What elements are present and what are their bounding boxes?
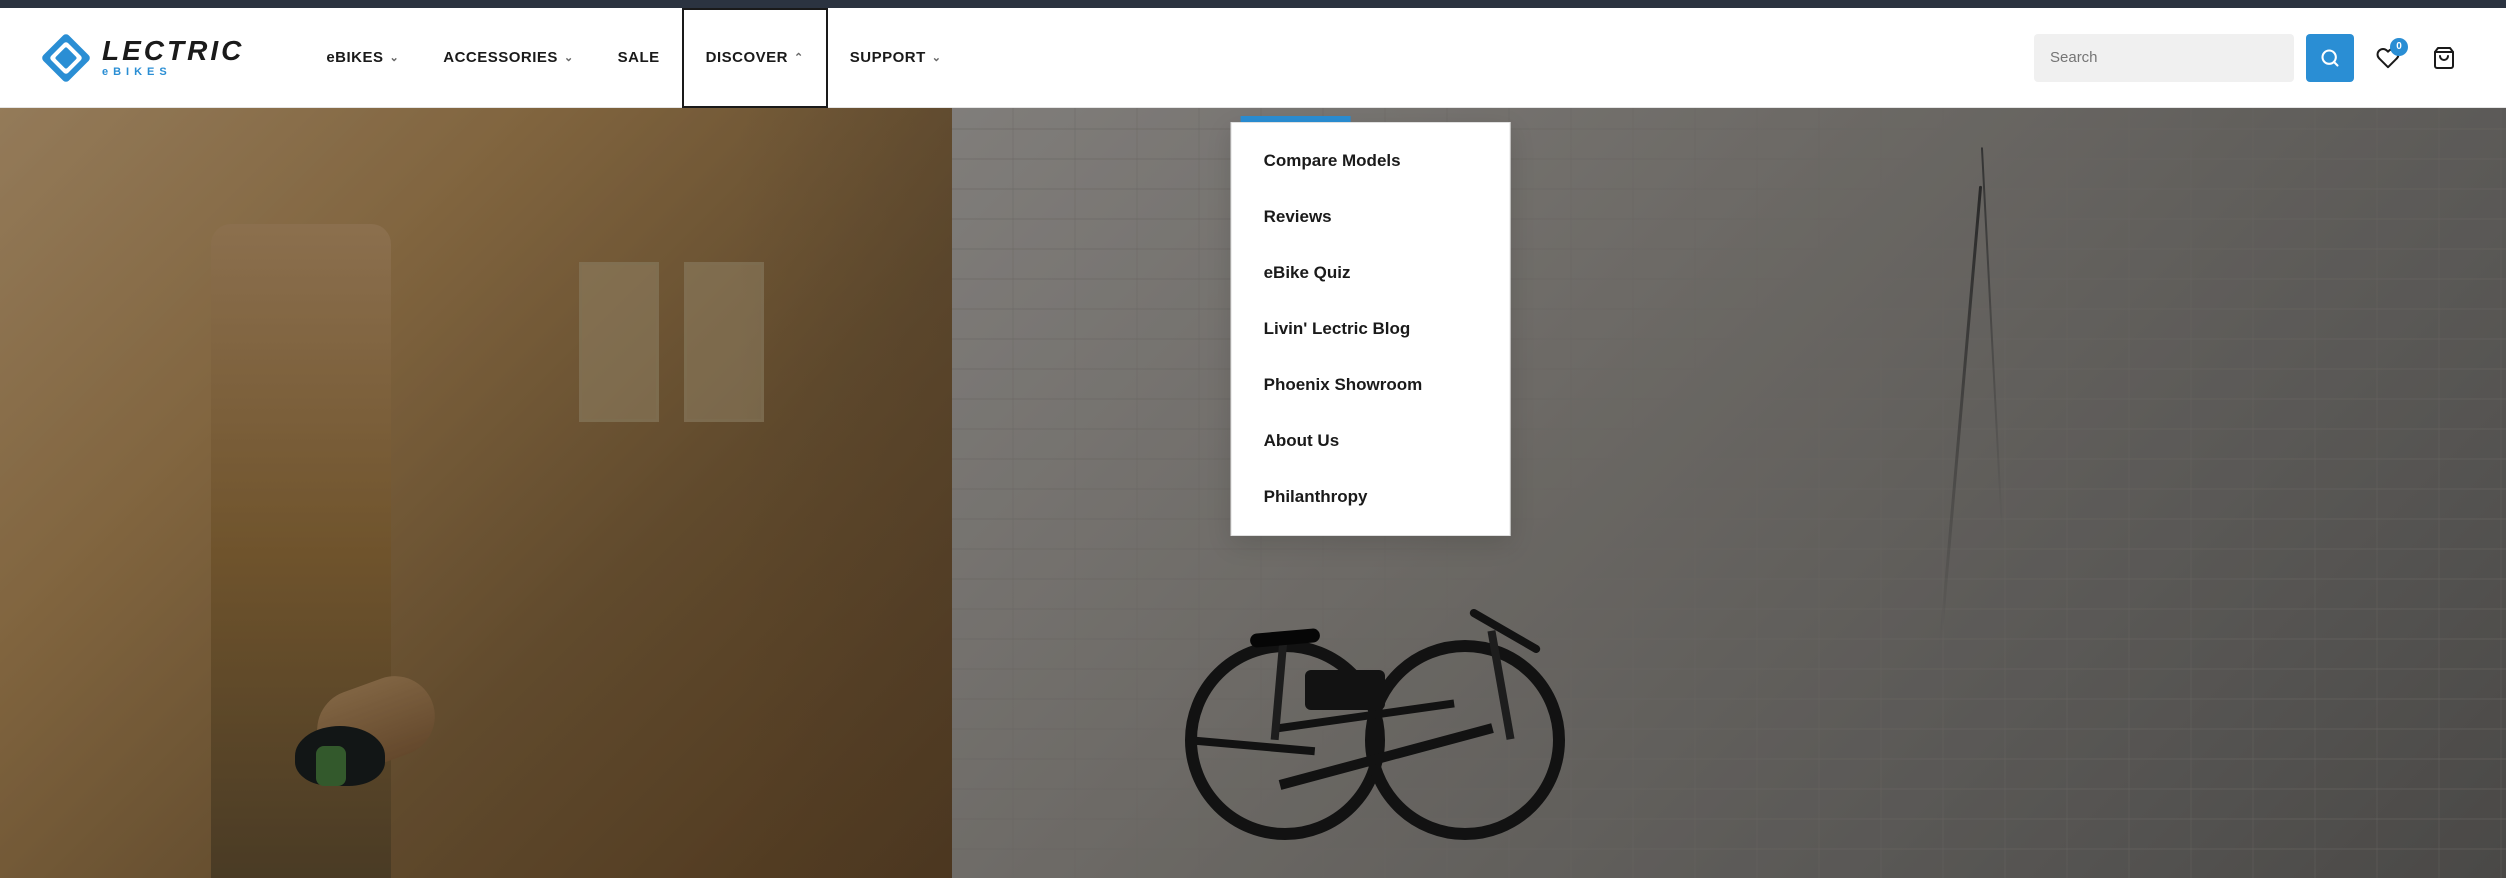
dropdown-item-blog[interactable]: Livin' Lectric Blog (1232, 301, 1510, 357)
logo-lectric-text: LECTRIC (102, 37, 244, 65)
chevron-down-icon: ⌄ (390, 51, 400, 64)
cart-button[interactable] (2422, 36, 2466, 80)
header: LECTRIC eBIKES eBIKES ⌄ ACCESSORIES ⌄ SA… (0, 8, 2506, 108)
search-button[interactable] (2306, 34, 2354, 82)
nav-item-discover[interactable]: DISCOVER ⌃ (682, 8, 828, 108)
logo-diamond-icon (40, 32, 92, 84)
logo-link[interactable]: LECTRIC eBIKES (40, 32, 244, 84)
dropdown-item-reviews[interactable]: Reviews (1232, 189, 1510, 245)
dropdown-item-phoenix-showroom[interactable]: Phoenix Showroom (1232, 357, 1510, 413)
dropdown-item-ebike-quiz[interactable]: eBike Quiz (1232, 245, 1510, 301)
discover-dropdown-wrapper: Compare Models Reviews eBike Quiz Livin'… (1231, 116, 1511, 536)
logo-ebikes-text: eBIKES (102, 67, 244, 78)
header-actions: 0 (2034, 34, 2466, 82)
nav-item-accessories[interactable]: ACCESSORIES ⌄ (421, 8, 595, 108)
search-container (2034, 34, 2294, 82)
search-icon (2320, 48, 2340, 68)
wishlist-badge: 0 (2390, 38, 2408, 56)
discover-dropdown-menu: Compare Models Reviews eBike Quiz Livin'… (1231, 122, 1511, 536)
dropdown-item-about-us[interactable]: About Us (1232, 413, 1510, 469)
chevron-down-icon: ⌄ (932, 51, 942, 64)
nav-item-support[interactable]: SUPPORT ⌄ (828, 8, 964, 108)
nav-item-ebikes[interactable]: eBIKES ⌄ (304, 8, 421, 108)
nav-item-sale[interactable]: SALE (596, 8, 682, 108)
search-input[interactable] (2050, 49, 2278, 66)
dropdown-item-compare-models[interactable]: Compare Models (1232, 133, 1510, 189)
main-nav: eBIKES ⌄ ACCESSORIES ⌄ SALE DISCOVER ⌃ S… (304, 8, 2034, 108)
cart-icon (2432, 46, 2456, 70)
chevron-down-icon: ⌄ (564, 51, 574, 64)
dropdown-item-philanthropy[interactable]: Philanthropy (1232, 469, 1510, 525)
chevron-up-icon: ⌃ (794, 51, 804, 64)
wishlist-button[interactable]: 0 (2366, 36, 2410, 80)
